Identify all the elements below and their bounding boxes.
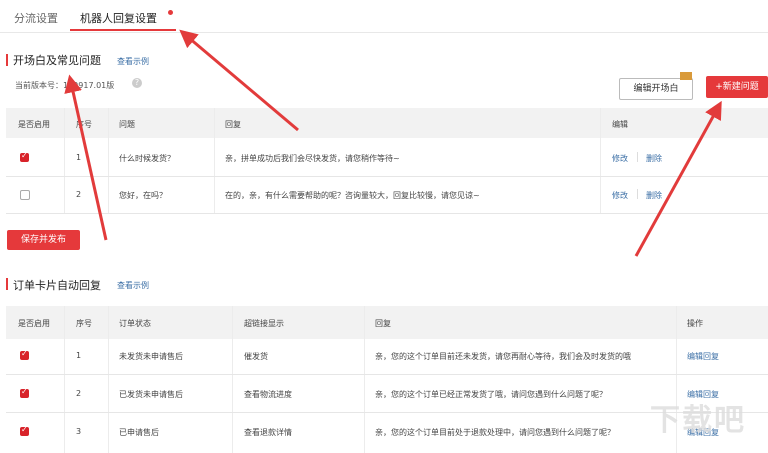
watermark-logo: 下载吧 [650,403,746,438]
annotation-arrows [64,29,722,257]
